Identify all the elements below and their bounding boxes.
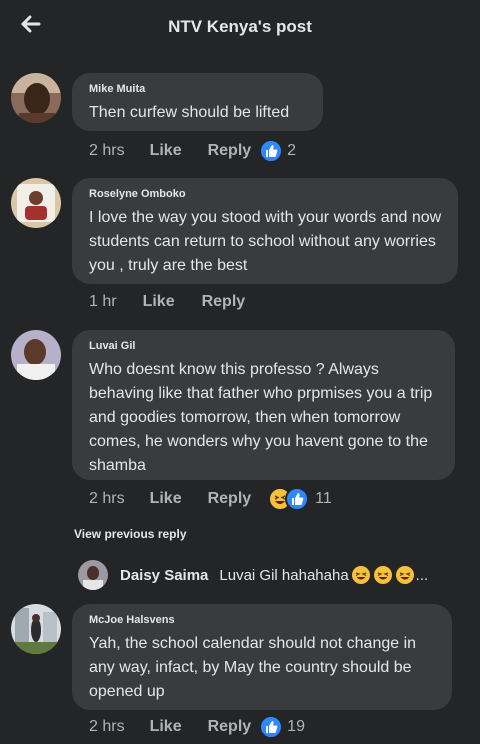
like-icon <box>285 487 310 511</box>
comment-actions: 2 hrs Like Reply 19 <box>89 713 305 741</box>
comment-text: I love the way you stood with your words… <box>89 209 442 274</box>
comment-time: 2 hrs <box>89 142 125 159</box>
reply-preview[interactable]: Daisy Saima Luvai Gil hahahaha ... <box>78 560 428 590</box>
like-button[interactable]: Like <box>150 718 182 736</box>
reply-button[interactable]: Reply <box>208 142 252 160</box>
truncation-ellipsis: ... <box>415 566 429 584</box>
comment-time: 1 hr <box>89 293 117 310</box>
comment-bubble[interactable]: Mike Muita Then curfew should be lifted <box>72 73 323 131</box>
comment-text: Yah, the school calendar should not chan… <box>89 635 417 700</box>
comment-author[interactable]: Roselyne Omboko <box>89 188 442 200</box>
comment-actions: 2 hrs Like Reply 2 <box>89 137 296 165</box>
laughing-emoji-icon <box>395 566 414 584</box>
reply-button[interactable]: Reply <box>208 718 252 736</box>
comment-text: Who doesnt know this professo ? Always b… <box>89 361 433 474</box>
like-button[interactable]: Like <box>150 142 182 160</box>
reaction-count: 11 <box>315 490 332 507</box>
comment-bubble[interactable]: Luvai Gil Who doesnt know this professo … <box>72 330 455 480</box>
comment-author[interactable]: McJoe Halsvens <box>89 614 436 626</box>
avatar[interactable] <box>78 560 108 590</box>
reaction-count: 2 <box>287 142 297 159</box>
like-icon <box>259 139 284 163</box>
reply-button[interactable]: Reply <box>202 293 246 311</box>
like-button[interactable]: Like <box>143 293 175 311</box>
reply-text: Luvai Gil hahahaha <box>219 566 349 584</box>
comment-bubble[interactable]: McJoe Halsvens Yah, the school calendar … <box>72 604 452 710</box>
like-button[interactable]: Like <box>150 490 182 508</box>
comment-author[interactable]: Luvai Gil <box>89 340 439 352</box>
reply-button[interactable]: Reply <box>208 490 252 508</box>
top-bar: NTV Kenya's post <box>0 0 480 54</box>
reaction-summary[interactable]: 2 <box>259 139 296 163</box>
reaction-summary[interactable]: 11 <box>268 487 332 511</box>
avatar[interactable] <box>11 73 61 123</box>
comment-actions: 1 hr Like Reply <box>89 288 245 316</box>
laughing-emoji-icon <box>351 566 370 584</box>
laughing-emoji-icon <box>373 566 392 584</box>
reaction-summary[interactable]: 19 <box>259 715 305 739</box>
comment-author[interactable]: Mike Muita <box>89 83 307 95</box>
like-icon <box>259 715 284 739</box>
comment-time: 2 hrs <box>89 490 125 507</box>
comment-time: 2 hrs <box>89 718 125 735</box>
comment-actions: 2 hrs Like Reply 11 <box>89 485 332 513</box>
comment-bubble[interactable]: Roselyne Omboko I love the way you stood… <box>72 178 458 284</box>
page-title: NTV Kenya's post <box>168 17 312 36</box>
avatar[interactable] <box>11 178 61 228</box>
view-previous-reply-link[interactable]: View previous reply <box>74 527 187 541</box>
avatar[interactable] <box>11 330 61 380</box>
avatar[interactable] <box>11 604 61 654</box>
reaction-count: 19 <box>287 718 305 735</box>
reply-author[interactable]: Daisy Saima <box>120 567 208 584</box>
comment-text: Then curfew should be lifted <box>89 104 290 121</box>
